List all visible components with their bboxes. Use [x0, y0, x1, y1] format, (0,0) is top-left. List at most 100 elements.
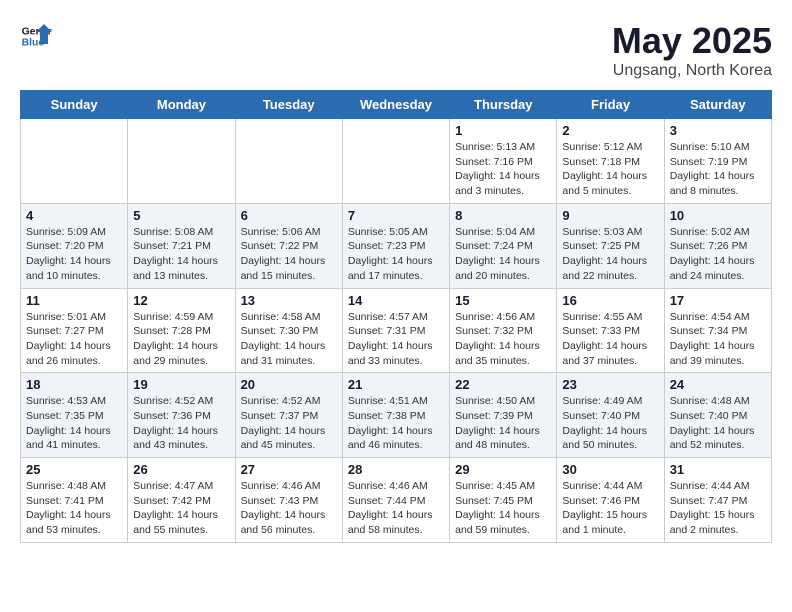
calendar-cell: 26 Sunrise: 4:47 AM Sunset: 7:42 PM Dayli… — [128, 458, 235, 543]
day-info: Sunrise: 4:51 AM Sunset: 7:38 PM Dayligh… — [348, 394, 444, 453]
day-number: 25 — [26, 462, 122, 477]
calendar-cell: 4 Sunrise: 5:09 AM Sunset: 7:20 PM Daylig… — [21, 203, 128, 288]
day-number: 18 — [26, 377, 122, 392]
day-number: 11 — [26, 293, 122, 308]
day-info: Sunrise: 4:44 AM Sunset: 7:47 PM Dayligh… — [670, 479, 766, 538]
day-info: Sunrise: 4:52 AM Sunset: 7:37 PM Dayligh… — [241, 394, 337, 453]
logo: General Blue — [20, 20, 52, 52]
calendar-cell: 29Sunrise: 4:45 AM Sunset: 7:45 PM Dayli… — [450, 458, 557, 543]
day-number: 16 — [562, 293, 658, 308]
day-info: Sunrise: 4:57 AM Sunset: 7:31 PM Dayligh… — [348, 310, 444, 369]
calendar-week-row: 25 Sunrise: 4:48 AM Sunset: 7:41 PM Dayli… — [21, 458, 772, 543]
day-info: Sunrise: 4:46 AM Sunset: 7:44 PM Dayligh… — [348, 479, 444, 538]
calendar-cell: 16 Sunrise: 4:55 AM Sunset: 7:33 PM Dayli… — [557, 288, 664, 373]
day-info: Sunrise: 5:08 AM Sunset: 7:21 PM Dayligh… — [133, 225, 229, 284]
calendar-cell: 20Sunrise: 4:52 AM Sunset: 7:37 PM Dayli… — [235, 373, 342, 458]
calendar-cell: 5Sunrise: 5:08 AM Sunset: 7:21 PM Daylig… — [128, 203, 235, 288]
calendar-week-row: 1Sunrise: 5:13 AM Sunset: 7:16 PM Daylig… — [21, 119, 772, 204]
calendar-cell: 17 Sunrise: 4:54 AM Sunset: 7:34 PM Dayli… — [664, 288, 771, 373]
calendar-week-row: 4 Sunrise: 5:09 AM Sunset: 7:20 PM Daylig… — [21, 203, 772, 288]
calendar-cell — [128, 119, 235, 204]
calendar-cell: 10 Sunrise: 5:02 AM Sunset: 7:26 PM Dayli… — [664, 203, 771, 288]
day-info: Sunrise: 5:01 AM Sunset: 7:27 PM Dayligh… — [26, 310, 122, 369]
day-number: 27 — [241, 462, 337, 477]
calendar-cell: 11 Sunrise: 5:01 AM Sunset: 7:27 PM Dayli… — [21, 288, 128, 373]
calendar-cell: 21 Sunrise: 4:51 AM Sunset: 7:38 PM Dayli… — [342, 373, 449, 458]
calendar-cell: 9Sunrise: 5:03 AM Sunset: 7:25 PM Daylig… — [557, 203, 664, 288]
calendar-cell: 7 Sunrise: 5:05 AM Sunset: 7:23 PM Daylig… — [342, 203, 449, 288]
calendar-cell: 27 Sunrise: 4:46 AM Sunset: 7:43 PM Dayli… — [235, 458, 342, 543]
calendar-cell: 25 Sunrise: 4:48 AM Sunset: 7:41 PM Dayli… — [21, 458, 128, 543]
day-of-week-header: Thursday — [450, 91, 557, 119]
day-info: Sunrise: 4:56 AM Sunset: 7:32 PM Dayligh… — [455, 310, 551, 369]
calendar-cell: 1Sunrise: 5:13 AM Sunset: 7:16 PM Daylig… — [450, 119, 557, 204]
day-of-week-header: Friday — [557, 91, 664, 119]
day-info: Sunrise: 5:10 AM Sunset: 7:19 PM Dayligh… — [670, 140, 766, 199]
day-info: Sunrise: 4:48 AM Sunset: 7:41 PM Dayligh… — [26, 479, 122, 538]
calendar-cell: 31 Sunrise: 4:44 AM Sunset: 7:47 PM Dayli… — [664, 458, 771, 543]
day-number: 7 — [348, 208, 444, 223]
day-of-week-header: Sunday — [21, 91, 128, 119]
calendar-cell — [342, 119, 449, 204]
day-of-week-header: Wednesday — [342, 91, 449, 119]
day-number: 21 — [348, 377, 444, 392]
day-info: Sunrise: 5:12 AM Sunset: 7:18 PM Dayligh… — [562, 140, 658, 199]
day-number: 4 — [26, 208, 122, 223]
calendar-cell: 3 Sunrise: 5:10 AM Sunset: 7:19 PM Daylig… — [664, 119, 771, 204]
calendar-cell: 8 Sunrise: 5:04 AM Sunset: 7:24 PM Daylig… — [450, 203, 557, 288]
calendar-cell: 19 Sunrise: 4:52 AM Sunset: 7:36 PM Dayli… — [128, 373, 235, 458]
calendar-cell — [21, 119, 128, 204]
calendar-cell: 18 Sunrise: 4:53 AM Sunset: 7:35 PM Dayli… — [21, 373, 128, 458]
day-info: Sunrise: 5:06 AM Sunset: 7:22 PM Dayligh… — [241, 225, 337, 284]
calendar-cell: 14 Sunrise: 4:57 AM Sunset: 7:31 PM Dayli… — [342, 288, 449, 373]
day-number: 14 — [348, 293, 444, 308]
day-info: Sunrise: 4:49 AM Sunset: 7:40 PM Dayligh… — [562, 394, 658, 453]
calendar-week-row: 11 Sunrise: 5:01 AM Sunset: 7:27 PM Dayli… — [21, 288, 772, 373]
calendar-cell: 30 Sunrise: 4:44 AM Sunset: 7:46 PM Dayli… — [557, 458, 664, 543]
day-info: Sunrise: 4:55 AM Sunset: 7:33 PM Dayligh… — [562, 310, 658, 369]
day-number: 24 — [670, 377, 766, 392]
day-number: 30 — [562, 462, 658, 477]
day-info: Sunrise: 4:44 AM Sunset: 7:46 PM Dayligh… — [562, 479, 658, 538]
day-info: Sunrise: 5:09 AM Sunset: 7:20 PM Dayligh… — [26, 225, 122, 284]
day-info: Sunrise: 4:52 AM Sunset: 7:36 PM Dayligh… — [133, 394, 229, 453]
day-info: Sunrise: 4:59 AM Sunset: 7:28 PM Dayligh… — [133, 310, 229, 369]
day-number: 13 — [241, 293, 337, 308]
day-of-week-header: Monday — [128, 91, 235, 119]
day-info: Sunrise: 4:47 AM Sunset: 7:42 PM Dayligh… — [133, 479, 229, 538]
calendar-cell: 22Sunrise: 4:50 AM Sunset: 7:39 PM Dayli… — [450, 373, 557, 458]
calendar-cell: 6Sunrise: 5:06 AM Sunset: 7:22 PM Daylig… — [235, 203, 342, 288]
day-info: Sunrise: 5:05 AM Sunset: 7:23 PM Dayligh… — [348, 225, 444, 284]
day-number: 31 — [670, 462, 766, 477]
day-number: 8 — [455, 208, 551, 223]
day-info: Sunrise: 4:53 AM Sunset: 7:35 PM Dayligh… — [26, 394, 122, 453]
day-info: Sunrise: 5:13 AM Sunset: 7:16 PM Dayligh… — [455, 140, 551, 199]
calendar-cell: 13 Sunrise: 4:58 AM Sunset: 7:30 PM Dayli… — [235, 288, 342, 373]
day-of-week-header: Tuesday — [235, 91, 342, 119]
day-number: 26 — [133, 462, 229, 477]
calendar-cell: 24 Sunrise: 4:48 AM Sunset: 7:40 PM Dayli… — [664, 373, 771, 458]
day-info: Sunrise: 5:02 AM Sunset: 7:26 PM Dayligh… — [670, 225, 766, 284]
calendar-cell: 28 Sunrise: 4:46 AM Sunset: 7:44 PM Dayli… — [342, 458, 449, 543]
logo-icon: General Blue — [20, 20, 52, 52]
day-info: Sunrise: 4:54 AM Sunset: 7:34 PM Dayligh… — [670, 310, 766, 369]
day-number: 17 — [670, 293, 766, 308]
day-info: Sunrise: 4:45 AM Sunset: 7:45 PM Dayligh… — [455, 479, 551, 538]
calendar-cell: 2 Sunrise: 5:12 AM Sunset: 7:18 PM Daylig… — [557, 119, 664, 204]
day-info: Sunrise: 4:48 AM Sunset: 7:40 PM Dayligh… — [670, 394, 766, 453]
day-info: Sunrise: 5:03 AM Sunset: 7:25 PM Dayligh… — [562, 225, 658, 284]
month-title: May 2025 — [612, 20, 772, 62]
day-number: 19 — [133, 377, 229, 392]
calendar-cell — [235, 119, 342, 204]
day-number: 28 — [348, 462, 444, 477]
day-info: Sunrise: 4:58 AM Sunset: 7:30 PM Dayligh… — [241, 310, 337, 369]
day-info: Sunrise: 4:46 AM Sunset: 7:43 PM Dayligh… — [241, 479, 337, 538]
day-number: 22 — [455, 377, 551, 392]
day-number: 23 — [562, 377, 658, 392]
day-number: 2 — [562, 123, 658, 138]
header: General Blue May 2025 Ungsang, North Kor… — [20, 20, 772, 80]
day-info: Sunrise: 5:04 AM Sunset: 7:24 PM Dayligh… — [455, 225, 551, 284]
calendar-cell: 12Sunrise: 4:59 AM Sunset: 7:28 PM Dayli… — [128, 288, 235, 373]
day-number: 3 — [670, 123, 766, 138]
day-number: 10 — [670, 208, 766, 223]
